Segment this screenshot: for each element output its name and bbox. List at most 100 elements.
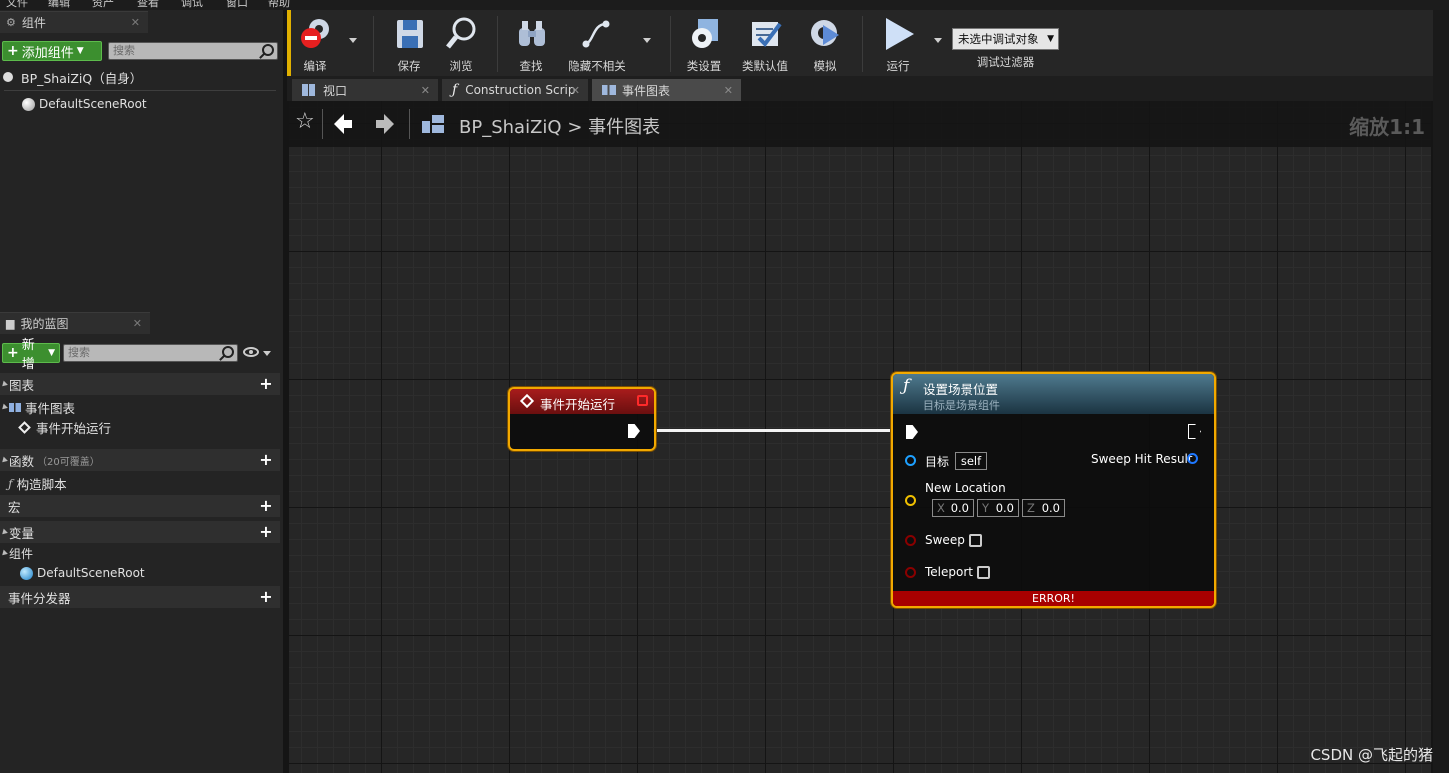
forward-arrow-icon[interactable]	[376, 114, 394, 134]
delegate-pin-icon[interactable]	[637, 395, 648, 406]
class-settings-button[interactable]: 类设置	[678, 14, 730, 73]
section-functions-label: 函数	[9, 453, 35, 469]
simulate-button[interactable]: 模拟	[799, 14, 851, 73]
component-root-item[interactable]: DefaultSceneRoot	[0, 93, 280, 115]
tab-viewport[interactable]: 视口 ✕	[292, 79, 438, 101]
add-dispatcher-button[interactable]: +	[258, 589, 274, 605]
expand-arrow-icon	[0, 456, 8, 464]
save-button[interactable]: 保存	[383, 14, 435, 73]
section-functions[interactable]: 函数 （20可覆盖） +	[0, 449, 280, 471]
add-component-button[interactable]: + 添加组件 ▼	[2, 41, 102, 61]
class-defaults-label: 类默认值	[742, 59, 788, 73]
target-pin-icon[interactable]	[905, 455, 916, 466]
component-self-item[interactable]: BP_ShaiZiQ（自身）	[0, 66, 280, 88]
section-components[interactable]: 组件	[0, 542, 280, 564]
expand-arrow-icon	[0, 380, 8, 388]
back-arrow-icon[interactable]	[334, 114, 352, 134]
tab-my-blueprint[interactable]: ▆ 我的蓝图 ✕	[0, 312, 150, 334]
target-label: 目标	[925, 455, 950, 469]
item-event-graph[interactable]: 事件图表	[0, 396, 280, 418]
close-icon[interactable]: ✕	[133, 317, 142, 330]
event-node-header: 事件开始运行	[510, 389, 654, 414]
chevron-down-icon[interactable]	[263, 351, 271, 356]
error-text: ERROR!	[1032, 592, 1075, 605]
item-component-root[interactable]: DefaultSceneRoot	[0, 562, 280, 584]
event-begin-play-node[interactable]: 事件开始运行	[508, 387, 656, 451]
section-graphs[interactable]: 图表 +	[0, 373, 280, 395]
blueprint-search-placeholder: 搜索	[68, 346, 90, 359]
hide-options-chevron-icon[interactable]	[643, 38, 651, 43]
add-variable-button[interactable]: +	[258, 524, 274, 540]
section-event-dispatchers[interactable]: 事件分发器 +	[0, 586, 280, 608]
item-begin-play[interactable]: 事件开始运行	[0, 416, 280, 438]
class-defaults-icon	[752, 22, 782, 48]
event-diamond-icon	[18, 420, 31, 434]
teleport-checkbox[interactable]	[977, 566, 990, 579]
add-macro-button[interactable]: +	[258, 498, 274, 514]
close-icon[interactable]: ✕	[571, 84, 580, 97]
close-icon[interactable]: ✕	[421, 84, 430, 97]
exec-wire[interactable]	[653, 429, 893, 432]
document-tabs: 视口 ✕ ƒ Construction Scrip ✕ 事件图表 ✕	[287, 76, 1433, 101]
x-value: 0.0	[950, 501, 969, 515]
breadcrumb-blueprint[interactable]: BP_ShaiZiQ	[459, 117, 562, 138]
tab-components[interactable]: ⚙ 组件 ✕	[0, 11, 148, 33]
debug-object-value: 未选中调试对象	[958, 32, 1039, 46]
compile-button[interactable]: 编译	[289, 14, 341, 73]
exec-output-pin-icon[interactable]	[1188, 424, 1201, 439]
menu-file[interactable]: 文件	[6, 0, 28, 10]
new-location-pin-icon[interactable]	[905, 495, 916, 506]
location-x-field[interactable]: X 0.0	[932, 499, 974, 517]
event-graph-canvas[interactable]: ☆ BP_ShaiZiQ > 事件图表 缩放1:1 事件开始运行 ƒ 设置场景位…	[289, 101, 1431, 773]
menu-assets[interactable]: 资产	[92, 0, 114, 10]
debug-object-select[interactable]: 未选中调试对象 ▼	[952, 28, 1059, 50]
set-world-location-node[interactable]: ƒ 设置场景位置 目标是场景组件 目标 self Sweep Hit Resul…	[891, 372, 1216, 608]
exec-input-pin-icon[interactable]	[906, 425, 918, 439]
menu-edit[interactable]: 编辑	[48, 0, 70, 10]
play-icon	[886, 18, 914, 50]
teleport-label: Teleport	[925, 565, 973, 579]
hide-unrelated-button[interactable]: 隐藏不相关	[565, 14, 629, 73]
plus-icon: +	[7, 43, 19, 59]
menu-view[interactable]: 查看	[137, 0, 159, 10]
target-self-field[interactable]: self	[955, 452, 987, 470]
component-search-input[interactable]: 搜索	[108, 42, 278, 60]
find-button[interactable]: 查找	[505, 14, 557, 73]
location-y-field[interactable]: Y 0.0	[977, 499, 1019, 517]
play-options-chevron-icon[interactable]	[934, 38, 942, 43]
close-icon[interactable]: ✕	[131, 16, 140, 29]
add-function-button[interactable]: +	[258, 452, 274, 468]
add-new-button[interactable]: + 新增 ▼	[2, 338, 60, 372]
exec-output-pin-icon[interactable]	[628, 424, 640, 438]
compile-options-chevron-icon[interactable]	[349, 38, 357, 43]
section-variables[interactable]: 变量 +	[0, 521, 280, 543]
eye-icon[interactable]	[243, 347, 259, 357]
sweep-hit-result-pin-icon[interactable]	[1187, 453, 1198, 464]
breadcrumb-graph[interactable]: 事件图表	[588, 117, 660, 138]
play-button[interactable]: 运行	[872, 14, 924, 73]
components-icon: ⚙	[6, 16, 16, 29]
add-graph-button[interactable]: +	[258, 376, 274, 392]
class-defaults-button[interactable]: 类默认值	[739, 14, 791, 73]
browse-button[interactable]: 浏览	[435, 14, 487, 73]
item-construction-script[interactable]: ƒ 构造脚本	[0, 472, 280, 494]
tab-construction-script[interactable]: ƒ Construction Scrip ✕	[442, 79, 588, 101]
sweep-checkbox[interactable]	[969, 534, 982, 547]
breadcrumb: BP_ShaiZiQ > 事件图表	[459, 113, 660, 139]
star-icon[interactable]: ☆	[295, 111, 315, 133]
tab-event-graph[interactable]: 事件图表 ✕	[592, 79, 741, 101]
browse-label: 浏览	[449, 59, 473, 73]
components-tab-label: 组件	[21, 16, 46, 30]
section-macros[interactable]: 宏 +	[0, 495, 280, 517]
sweep-pin-icon[interactable]	[905, 535, 916, 546]
menu-window[interactable]: 窗口	[226, 0, 248, 10]
zoom-level: 缩放1:1	[1349, 115, 1425, 139]
begin-play-label: 事件开始运行	[36, 420, 112, 436]
actor-sphere-icon	[3, 72, 13, 82]
close-icon[interactable]: ✕	[724, 84, 733, 97]
menu-debug[interactable]: 调试	[181, 0, 203, 10]
blueprint-search-input[interactable]: 搜索	[63, 344, 238, 362]
teleport-pin-icon[interactable]	[905, 567, 916, 578]
location-z-field[interactable]: Z 0.0	[1022, 499, 1065, 517]
menu-help[interactable]: 帮助	[268, 0, 290, 10]
